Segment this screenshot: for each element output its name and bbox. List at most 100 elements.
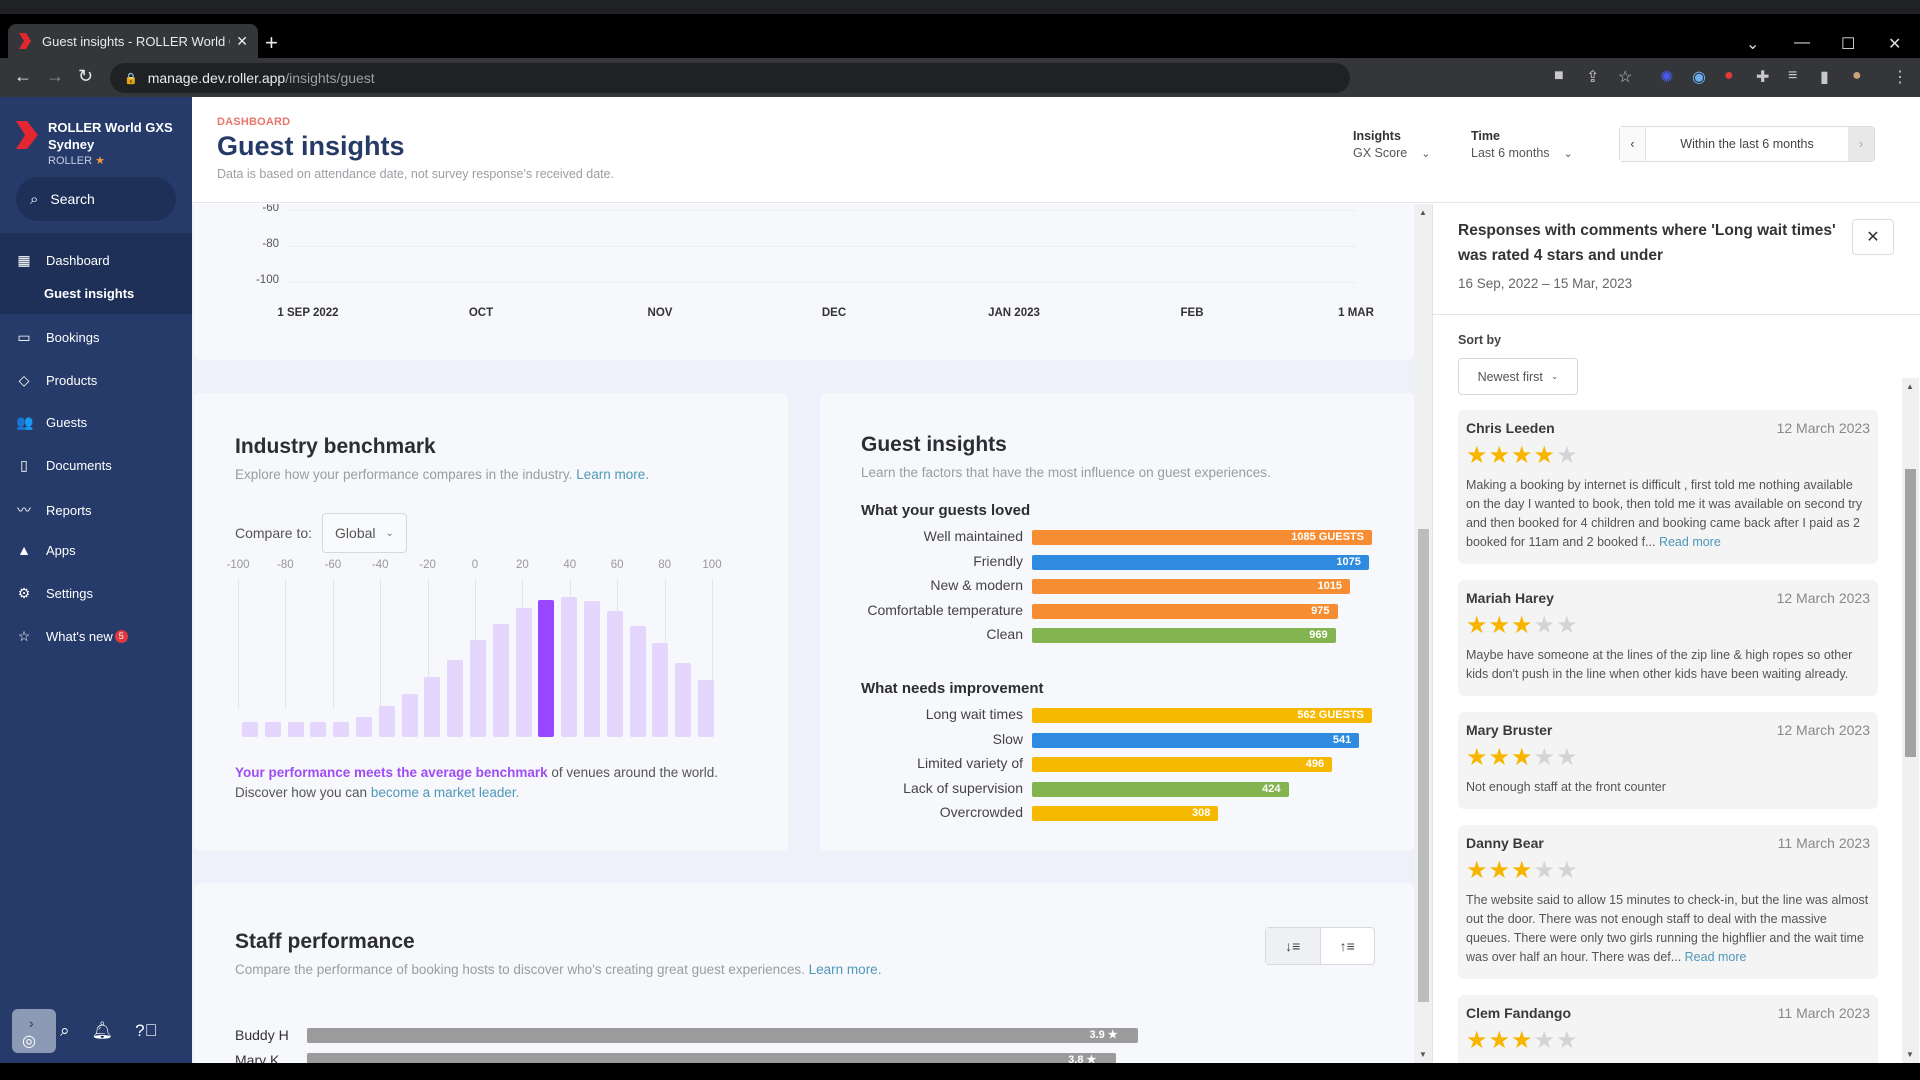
market-leader-link[interactable]: become a market leader. bbox=[371, 785, 520, 800]
scrollbar-thumb[interactable] bbox=[1418, 529, 1429, 1002]
breadcrumb[interactable]: DASHBOARD bbox=[217, 116, 290, 128]
expand-sidebar-button[interactable]: › ◎ bbox=[12, 1009, 56, 1053]
insight-bar[interactable]: 1015 bbox=[1032, 579, 1351, 594]
close-tab-icon[interactable]: ✕ bbox=[236, 33, 248, 50]
address-bar[interactable]: 🔒 manage.dev.roller.app/insights/guest bbox=[110, 63, 1350, 93]
search-icon[interactable]: ⌕ bbox=[60, 1021, 70, 1041]
sort-select[interactable]: Newest first ⌄ bbox=[1458, 358, 1578, 395]
sidebar-item-settings[interactable]: ⚙ Settings bbox=[16, 585, 93, 602]
browser-menu-icon[interactable]: ⋮ bbox=[1892, 67, 1908, 87]
grid-line bbox=[290, 246, 1356, 247]
side-panel-icon[interactable]: ▮ bbox=[1820, 67, 1829, 87]
time-dropdown[interactable]: Time Last 6 months ⌄ bbox=[1471, 129, 1573, 160]
sort-ascending-button[interactable]: ↑≡ bbox=[1321, 928, 1375, 964]
your-score-bar[interactable] bbox=[538, 599, 555, 737]
read-more-link[interactable]: Read more bbox=[1655, 535, 1721, 549]
star-filled-icon: ★ bbox=[1488, 857, 1512, 884]
reading-list-icon[interactable]: ≡ bbox=[1788, 67, 1797, 85]
sidebar-item-documents[interactable]: ▯ Documents bbox=[16, 457, 112, 474]
password-extension-icon[interactable]: ◉ bbox=[1692, 67, 1706, 87]
scroll-down-arrow-icon[interactable]: ▼ bbox=[1906, 1050, 1914, 1059]
insight-bar[interactable]: 969 bbox=[1032, 628, 1336, 643]
camera-icon[interactable]: ■ bbox=[1554, 67, 1564, 85]
minimize-icon[interactable]: — bbox=[1794, 34, 1810, 52]
histogram-bar[interactable] bbox=[470, 640, 486, 737]
tab-search-icon[interactable]: ⌄ bbox=[1746, 34, 1759, 54]
insight-bar[interactable]: 1075 bbox=[1032, 554, 1369, 570]
panel-scrollbar[interactable]: ▲ ▼ bbox=[1902, 378, 1919, 1063]
scroll-down-arrow-icon[interactable]: ▼ bbox=[1419, 1050, 1427, 1059]
sort-descending-button[interactable]: ↓≡ bbox=[1266, 928, 1321, 964]
insights-dropdown[interactable]: Insights GX Score ⌄ bbox=[1353, 129, 1430, 160]
review-date: 12 March 2023 bbox=[1776, 420, 1870, 436]
staff-title: Staff performance bbox=[235, 930, 415, 953]
reload-icon[interactable]: ↻ bbox=[78, 66, 93, 87]
histogram-bar[interactable] bbox=[629, 626, 646, 737]
histogram-bar[interactable] bbox=[242, 721, 258, 737]
back-icon[interactable]: ← bbox=[14, 66, 32, 87]
histogram-bar[interactable] bbox=[333, 721, 350, 737]
profile-avatar-icon[interactable]: ● bbox=[1852, 67, 1862, 85]
insight-bar[interactable]: 308 bbox=[1032, 806, 1219, 821]
histogram-bar[interactable] bbox=[675, 662, 692, 737]
help-icon[interactable]: ?⃝ bbox=[135, 1021, 157, 1041]
scroll-up-arrow-icon[interactable]: ▲ bbox=[1419, 208, 1427, 217]
histogram-bar[interactable] bbox=[264, 721, 281, 737]
histogram-bar[interactable] bbox=[447, 660, 464, 737]
histogram-bar[interactable] bbox=[287, 721, 304, 737]
histogram-bar[interactable] bbox=[561, 597, 578, 737]
sidebar-item-guest-insights[interactable]: Guest insights bbox=[44, 286, 134, 301]
staff-rating-bar[interactable]: 3.9 ★ bbox=[307, 1028, 1138, 1043]
notifications-bell-icon[interactable]: 🔔︎ bbox=[92, 1021, 114, 1041]
scrollbar-thumb[interactable] bbox=[1905, 469, 1916, 757]
sidebar-item-reports[interactable]: 〰 Reports bbox=[16, 500, 92, 520]
maximize-icon[interactable]: ☐ bbox=[1841, 34, 1855, 54]
histogram-bar[interactable] bbox=[698, 679, 714, 737]
sidebar-item-apps[interactable]: ▲ Apps bbox=[16, 542, 76, 558]
share-icon[interactable]: ⇪ bbox=[1586, 67, 1599, 87]
histogram-bar[interactable] bbox=[584, 601, 600, 737]
y-tick: -100 bbox=[255, 274, 279, 286]
record-extension-icon[interactable]: ● bbox=[1724, 67, 1734, 85]
sidebar-item-dashboard[interactable]: ▦ Dashboard bbox=[16, 252, 109, 269]
venue-switcher[interactable]: ROLLER World GXS Sydney ROLLER ★ bbox=[16, 119, 188, 167]
bookmark-star-icon[interactable]: ☆ bbox=[1618, 67, 1632, 87]
insight-bar[interactable]: 541 bbox=[1032, 732, 1360, 748]
histogram-bar[interactable] bbox=[424, 676, 441, 737]
user-profile-icon[interactable]: ◎ bbox=[22, 1031, 36, 1051]
previous-period-button[interactable]: ‹ bbox=[1620, 127, 1646, 161]
insight-bar[interactable]: 562 GUESTS bbox=[1032, 708, 1372, 723]
main-scrollbar[interactable]: ▲ ▼ bbox=[1415, 204, 1432, 1063]
histogram-bar[interactable] bbox=[401, 693, 418, 737]
histogram-bar[interactable] bbox=[378, 706, 395, 737]
learn-more-link[interactable]: Learn more. bbox=[809, 962, 882, 977]
histogram-bar[interactable] bbox=[515, 608, 532, 737]
histogram-bar[interactable] bbox=[652, 643, 669, 737]
forward-icon[interactable]: → bbox=[46, 66, 64, 87]
insight-bar[interactable]: 424 bbox=[1032, 781, 1289, 797]
insight-bar[interactable]: 496 bbox=[1032, 757, 1333, 772]
insight-bar[interactable]: 1085 GUESTS bbox=[1032, 530, 1372, 545]
close-panel-button[interactable]: ✕ bbox=[1852, 219, 1894, 255]
sidebar-item-guests[interactable]: 👥 Guests bbox=[16, 414, 87, 431]
histogram-bar[interactable] bbox=[310, 721, 327, 737]
scroll-up-arrow-icon[interactable]: ▲ bbox=[1906, 382, 1914, 391]
grid-line bbox=[290, 210, 1356, 211]
sidebar-item-products[interactable]: ◇ Products bbox=[16, 372, 98, 389]
next-period-button[interactable]: › bbox=[1848, 127, 1874, 161]
histogram-bar[interactable] bbox=[492, 623, 509, 737]
sidebar-item-whats-new[interactable]: ☆ What's new 5 bbox=[16, 628, 128, 645]
insight-bar[interactable]: 975 bbox=[1032, 603, 1338, 619]
sidebar-search[interactable]: ⌕ Search bbox=[16, 177, 176, 221]
histogram-bar[interactable] bbox=[606, 611, 623, 737]
sidebar-item-bookings[interactable]: ▭ Bookings bbox=[16, 329, 99, 346]
new-tab-button[interactable]: + bbox=[265, 30, 278, 56]
histogram-bar[interactable] bbox=[356, 717, 372, 737]
extensions-puzzle-icon[interactable]: ✚ bbox=[1756, 67, 1769, 87]
extension-icon[interactable]: ✺ bbox=[1660, 67, 1673, 87]
read-more-link[interactable]: Read more bbox=[1681, 950, 1747, 964]
staff-rating-bar[interactable]: 3.8 ★ bbox=[307, 1053, 1117, 1063]
close-window-icon[interactable]: ✕ bbox=[1888, 34, 1901, 54]
browser-tab[interactable]: Guest insights - ROLLER World G ✕ bbox=[8, 24, 258, 58]
star-empty-icon: ★ bbox=[1556, 744, 1579, 771]
